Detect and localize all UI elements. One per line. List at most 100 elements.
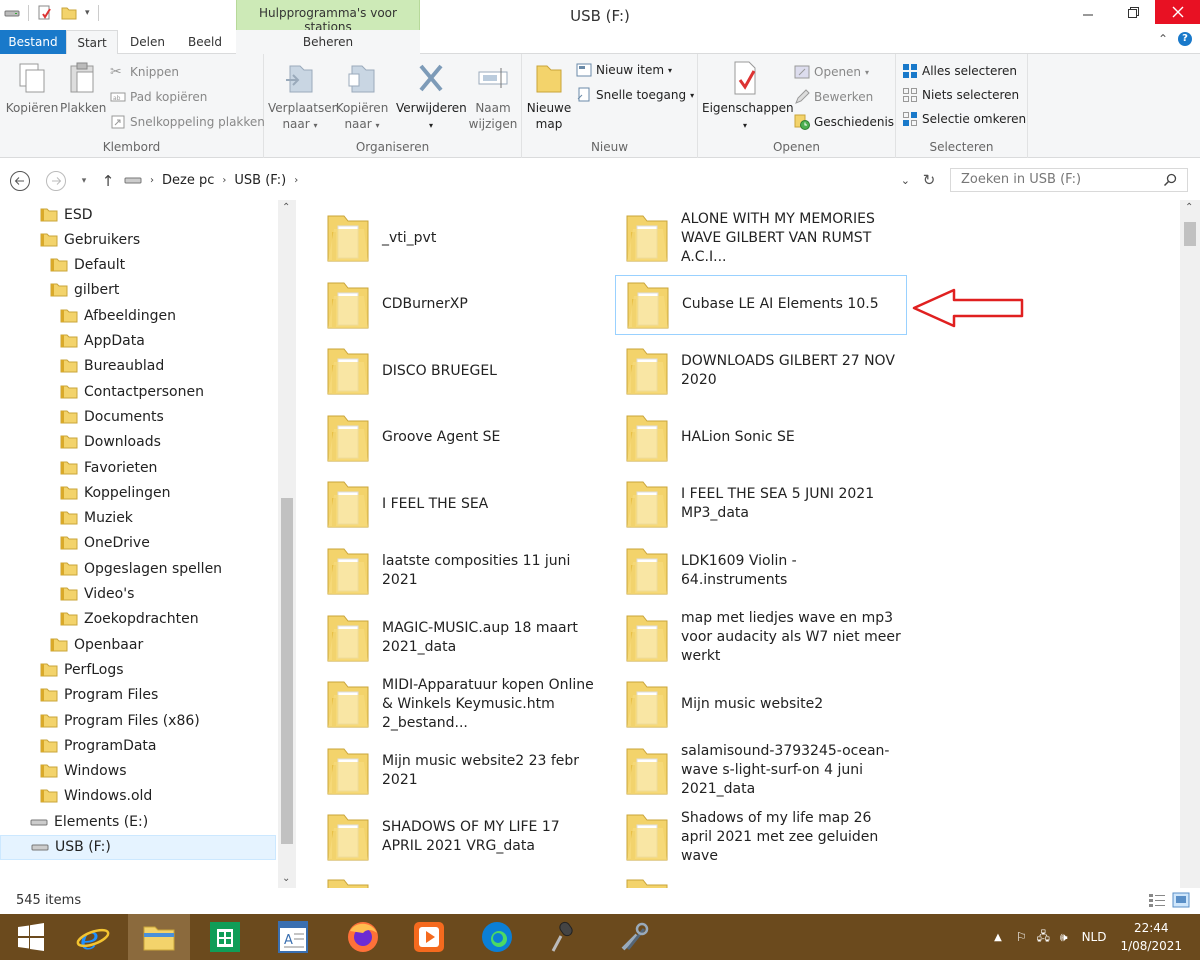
close-button[interactable]: [1155, 0, 1200, 24]
nav-item[interactable]: Zoekopdrachten: [60, 607, 199, 632]
search-input[interactable]: Zoeken in USB (F:): [950, 168, 1188, 192]
scroll-up-icon[interactable]: ⌃: [282, 202, 290, 213]
breadcrumb-deze-pc[interactable]: Deze pc: [162, 173, 214, 188]
details-view-icon[interactable]: [1148, 892, 1166, 908]
nav-item[interactable]: PerfLogs: [40, 657, 124, 682]
edit-button[interactable]: Bewerken: [794, 89, 873, 105]
nav-item[interactable]: Program Files (x86): [40, 708, 200, 733]
nav-item[interactable]: Downloads: [60, 430, 161, 455]
nav-item[interactable]: Contactpersonen: [60, 379, 204, 404]
file-item[interactable]: ALONE WITH MY MEMORIES WAVE GILBERT VAN …: [615, 208, 907, 268]
file-item[interactable]: DOWNLOADS GILBERT 27 NOV 2020: [615, 341, 907, 401]
taskbar-store[interactable]: [194, 914, 256, 960]
file-item[interactable]: DISCO BRUEGEL: [316, 341, 608, 401]
taskbar-tools-app[interactable]: [604, 914, 666, 960]
properties-icon[interactable]: [37, 5, 53, 21]
invert-selection-button[interactable]: Selectie omkeren: [902, 111, 1026, 127]
nav-item[interactable]: Elements (E:): [30, 809, 148, 834]
nav-item[interactable]: Windows: [40, 759, 127, 784]
cut-button[interactable]: ✂ Knippen: [110, 64, 179, 80]
minimize-button[interactable]: [1065, 0, 1110, 24]
collapse-ribbon-icon[interactable]: ⌃: [1158, 32, 1168, 46]
tab-delen[interactable]: Delen: [120, 30, 175, 54]
file-item[interactable]: MIDI-Apparatuur kopen Online & Winkels K…: [316, 674, 608, 734]
file-item[interactable]: Cubase LE AI Elements 10.5: [615, 274, 907, 335]
clock[interactable]: 22:44 1/08/2021: [1120, 919, 1182, 955]
paste-shortcut-button[interactable]: Snelkoppeling plakken: [110, 114, 265, 130]
address-bar[interactable]: › Deze pc › USB (F:) › ⌄: [123, 168, 915, 192]
file-item[interactable]: SHADOWS OF MY LIFE 17 APRIL 2021 VRG_dat…: [316, 807, 608, 867]
language-indicator[interactable]: NLD: [1082, 930, 1107, 944]
file-item[interactable]: HALion Sonic SE: [615, 408, 907, 468]
delete-button[interactable]: Verwijderen ▾: [396, 60, 467, 134]
nav-item[interactable]: Koppelingen: [60, 480, 170, 505]
taskbar-firefox[interactable]: [332, 914, 394, 960]
navigation-scrollbar[interactable]: ⌃ ⌄: [278, 200, 296, 888]
tab-beeld[interactable]: Beeld: [178, 30, 232, 54]
new-item-button[interactable]: Nieuw item ▾: [576, 62, 672, 78]
taskbar-wordpad[interactable]: A: [262, 914, 324, 960]
file-item[interactable]: map met liedjes wave en mp3 voor audacit…: [615, 608, 907, 668]
nav-item[interactable]: ProgramData: [40, 733, 157, 758]
properties-button[interactable]: Eigenschappen ▾: [702, 60, 794, 134]
tab-beheren[interactable]: Beheren: [236, 30, 420, 54]
nav-item[interactable]: USB (F:): [0, 834, 276, 860]
new-folder-icon[interactable]: [61, 5, 77, 21]
up-button[interactable]: ↑: [96, 170, 120, 192]
history-button[interactable]: Geschiedenis: [794, 114, 894, 130]
refresh-button[interactable]: ↻: [916, 168, 942, 192]
file-item[interactable]: Mijn music website2: [615, 674, 907, 734]
taskbar-microphone-app[interactable]: [534, 914, 596, 960]
large-icons-view-icon[interactable]: [1172, 892, 1190, 908]
content-scrollbar-thumb[interactable]: [1184, 222, 1196, 246]
taskbar-file-explorer[interactable]: [128, 914, 190, 960]
file-item[interactable]: LDK1609 Violin - 64.instruments: [615, 541, 907, 601]
move-to-button[interactable]: Verplaatsen naar ▾: [268, 60, 339, 134]
nav-item[interactable]: Gebruikers: [40, 227, 140, 252]
taskbar-edge[interactable]: [466, 914, 528, 960]
nav-item[interactable]: AppData: [60, 329, 145, 354]
taskbar-media-player[interactable]: [398, 914, 460, 960]
file-item[interactable]: CDBurnerXP: [316, 275, 608, 335]
copy-path-button[interactable]: ab Pad kopiëren: [110, 89, 207, 105]
address-dropdown-icon[interactable]: ⌄: [901, 174, 910, 187]
nav-item[interactable]: Openbaar: [50, 632, 143, 657]
tab-start[interactable]: Start: [66, 30, 118, 55]
nav-item[interactable]: Video's: [60, 582, 134, 607]
file-item[interactable]: laatste composities 11 juni 2021: [316, 541, 608, 601]
forward-button[interactable]: [44, 170, 68, 192]
network-icon[interactable]: 🖧: [1037, 927, 1050, 948]
nav-item[interactable]: Default: [50, 253, 125, 278]
select-none-button[interactable]: Niets selecteren: [902, 87, 1019, 103]
file-item[interactable]: _vti_pvt: [316, 208, 608, 268]
recent-locations-button[interactable]: ▾: [72, 170, 96, 192]
file-item[interactable]: salamisound-3793245-ocean-wave s-light-s…: [615, 741, 907, 801]
file-item[interactable]: I FEEL THE SEA: [316, 474, 608, 534]
tab-bestand[interactable]: Bestand: [0, 30, 66, 54]
volume-icon[interactable]: 🕪: [1060, 930, 1068, 945]
nav-item[interactable]: Afbeeldingen: [60, 303, 176, 328]
open-button[interactable]: Openen ▾: [794, 64, 869, 80]
file-item[interactable]: Shadows of my life map 26 april 2021 met…: [615, 807, 907, 867]
nav-item[interactable]: Program Files: [40, 683, 158, 708]
taskbar-internet-explorer[interactable]: e: [62, 914, 124, 960]
copy-button[interactable]: Kopiëren: [4, 60, 60, 116]
file-item[interactable]: Groove Agent SE: [316, 408, 608, 468]
content-scrollbar[interactable]: ⌃: [1180, 200, 1200, 888]
flag-icon[interactable]: ⚐: [1016, 930, 1027, 944]
breadcrumb-usb[interactable]: USB (F:): [234, 173, 286, 188]
easy-access-button[interactable]: Snelle toegang ▾: [576, 87, 694, 103]
scroll-up-icon[interactable]: ⌃: [1185, 202, 1193, 213]
back-button[interactable]: [8, 170, 32, 192]
nav-item[interactable]: ESD: [40, 202, 93, 227]
rename-button[interactable]: Naam wijzigen: [468, 60, 518, 132]
select-all-button[interactable]: Alles selecteren: [902, 63, 1017, 79]
nav-item[interactable]: Favorieten: [60, 455, 157, 480]
nav-item[interactable]: Bureaublad: [60, 354, 164, 379]
help-icon[interactable]: ?: [1178, 32, 1192, 46]
maximize-button[interactable]: [1110, 0, 1155, 24]
scroll-down-icon[interactable]: ⌄: [282, 873, 290, 884]
file-item[interactable]: Mijn music website2 23 febr 2021: [316, 741, 608, 801]
file-item[interactable]: I FEEL THE SEA 5 JUNI 2021 MP3_data: [615, 474, 907, 534]
nav-item[interactable]: Documents: [60, 404, 164, 429]
